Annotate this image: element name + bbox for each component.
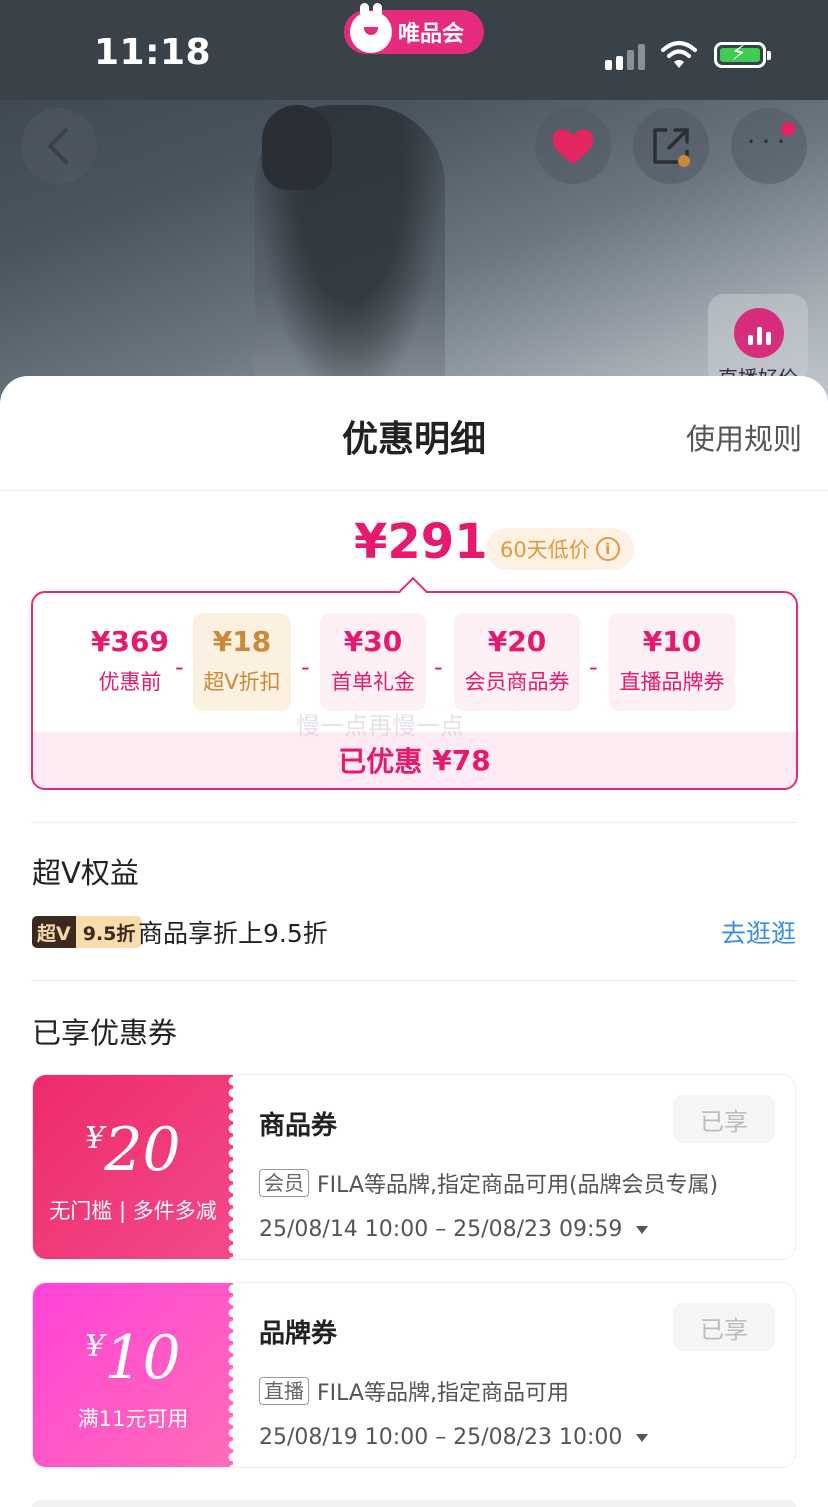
cellular-signal-icon xyxy=(605,44,645,70)
breakdown-label: 超V折扣 xyxy=(203,670,281,694)
coupon-tag: 会员 xyxy=(259,1169,309,1197)
final-price-row: ¥291 60天低价 i xyxy=(0,514,828,584)
coupon-date-text: 25/08/19 10:00 – 25/08/23 10:00 xyxy=(259,1425,623,1450)
breakdown-label: 会员商品券 xyxy=(464,670,570,694)
breakdown-label: 直播品牌券 xyxy=(619,670,725,694)
coupon-name: 品牌券 xyxy=(259,1319,338,1349)
coupon-value-panel: ¥10 满11元可用 xyxy=(33,1283,239,1467)
caret-down-icon[interactable] xyxy=(636,1225,649,1234)
breakdown-label: 优惠前 xyxy=(98,670,162,694)
coupon-status-button[interactable]: 已享 xyxy=(673,1303,775,1351)
info-icon[interactable]: i xyxy=(595,537,620,561)
watermark-text: 慢一点再慢一点 xyxy=(296,712,464,740)
coupon-desc-text: FILA等品牌,指定商品可用 xyxy=(317,1381,569,1406)
coupon-tag: 直播 xyxy=(259,1377,309,1405)
battery-icon: ⚡ xyxy=(714,41,771,68)
usage-rules-link[interactable]: 使用规则 xyxy=(686,416,802,458)
share-button[interactable] xyxy=(633,108,709,184)
breakdown-amount: ¥30 xyxy=(343,625,403,658)
divider xyxy=(31,980,797,981)
super-v-benefit-text: 商品享折上9.5折 xyxy=(138,919,328,948)
minus-sign: - xyxy=(301,653,310,681)
breakdown-item-first-order: ¥30 首单礼金 xyxy=(320,613,426,711)
saved-label: 已优惠 xyxy=(338,745,423,778)
discount-detail-sheet: 优惠明细 使用规则 ¥291 60天低价 i ¥369 优惠前 - ¥18 超V… xyxy=(0,376,828,1507)
breakdown-item-super-v: ¥18 超V折扣 xyxy=(193,613,291,711)
minus-sign: - xyxy=(175,653,184,681)
coupon-amount-value: 20 xyxy=(104,1115,181,1185)
super-v-badge: 超V 9.5折 xyxy=(32,916,143,948)
coupon-desc-text: FILA等品牌,指定商品可用(品牌会员专属) xyxy=(317,1173,719,1198)
coupon-amount-value: 10 xyxy=(104,1323,181,1393)
browse-link[interactable]: 去逛逛 xyxy=(721,914,796,950)
coupon-amount: ¥10 xyxy=(33,1323,233,1393)
coupons-section-title: 已享优惠券 xyxy=(32,1016,178,1050)
super-v-section-title: 超V权益 xyxy=(32,856,139,890)
low-price-label: 60天低价 xyxy=(500,538,590,562)
super-v-benefit-row: 超V 9.5折 商品享折上9.5折 去逛逛 xyxy=(32,912,796,952)
favorite-button[interactable] xyxy=(535,108,611,184)
price-breakdown: ¥369 优惠前 - ¥18 超V折扣 - ¥30 首单礼金 - ¥20 会员商… xyxy=(31,576,798,790)
coupon-card[interactable]: ¥20 无门槛 | 多件多减 商品券 已享 会员 FILA等品牌,指定商品可用(… xyxy=(32,1074,796,1260)
sheet-header: 优惠明细 使用规则 xyxy=(0,376,828,491)
status-time: 11:18 xyxy=(94,32,212,73)
breakdown-amount: ¥20 xyxy=(487,625,547,658)
live-chart-icon xyxy=(734,308,784,358)
coupon-currency: ¥ xyxy=(85,1329,105,1364)
breakdown-label: 首单礼金 xyxy=(331,670,415,694)
breakdown-item-original: ¥369 优惠前 xyxy=(85,613,175,711)
breakdown-item-live-coupon: ¥10 直播品牌券 xyxy=(609,613,735,711)
breakdown-amount: ¥18 xyxy=(212,625,272,658)
low-price-tag[interactable]: 60天低价 i xyxy=(486,528,634,570)
breakdown-items: ¥369 优惠前 - ¥18 超V折扣 - ¥30 首单礼金 - ¥20 会员商… xyxy=(33,613,796,713)
app-badge: 唯品会 xyxy=(344,3,484,54)
share-icon xyxy=(653,128,690,167)
coupon-currency: ¥ xyxy=(85,1121,105,1156)
coupon-amount: ¥20 xyxy=(33,1115,233,1185)
minus-sign: - xyxy=(589,653,598,681)
coupon-name: 商品券 xyxy=(259,1111,338,1141)
minus-sign: - xyxy=(434,653,443,681)
app-badge-label: 唯品会 xyxy=(398,22,465,47)
back-icon xyxy=(48,128,68,164)
live-price-chip[interactable]: 直播好价 xyxy=(708,294,808,390)
saved-amount: ¥78 xyxy=(432,743,491,777)
caret-down-icon[interactable] xyxy=(636,1433,649,1442)
perforated-edge xyxy=(227,1075,239,1259)
breakdown-item-member-coupon: ¥20 会员商品券 xyxy=(454,613,580,711)
coupon-description: 直播 FILA等品牌,指定商品可用 xyxy=(259,1375,569,1407)
more-button[interactable]: ··· xyxy=(731,108,807,184)
next-card-peek xyxy=(32,1500,796,1507)
coupon-value-panel: ¥20 无门槛 | 多件多减 xyxy=(33,1075,239,1259)
coupon-description: 会员 FILA等品牌,指定商品可用(品牌会员专属) xyxy=(259,1167,718,1199)
super-v-badge-left: 超V xyxy=(32,916,76,948)
back-button[interactable] xyxy=(21,108,97,184)
coupon-card[interactable]: ¥10 满11元可用 品牌券 已享 直播 FILA等品牌,指定商品可用 25/0… xyxy=(32,1282,796,1468)
breakdown-amount: ¥10 xyxy=(642,625,702,658)
coupon-condition: 无门槛 | 多件多减 xyxy=(49,1199,217,1223)
bunny-logo-icon xyxy=(350,3,392,53)
wifi-icon xyxy=(661,41,697,68)
coupon-condition: 满11元可用 xyxy=(77,1407,189,1431)
notification-dot xyxy=(781,122,795,136)
model-cap xyxy=(262,105,332,190)
coupon-validity[interactable]: 25/08/19 10:00 – 25/08/23 10:00 xyxy=(259,1425,649,1450)
perforated-edge xyxy=(227,1283,239,1467)
heart-icon xyxy=(552,129,594,164)
breakdown-amount: ¥369 xyxy=(91,625,169,658)
coupon-date-text: 25/08/14 10:00 – 25/08/23 09:59 xyxy=(259,1217,623,1242)
final-price: ¥291 xyxy=(354,514,488,570)
status-bar: 11:18 唯品会 ⚡ xyxy=(0,0,828,100)
super-v-badge-right: 9.5折 xyxy=(75,916,143,948)
coupon-status-button[interactable]: 已享 xyxy=(673,1095,775,1143)
coupon-validity[interactable]: 25/08/14 10:00 – 25/08/23 09:59 xyxy=(259,1217,649,1242)
divider xyxy=(31,822,797,823)
